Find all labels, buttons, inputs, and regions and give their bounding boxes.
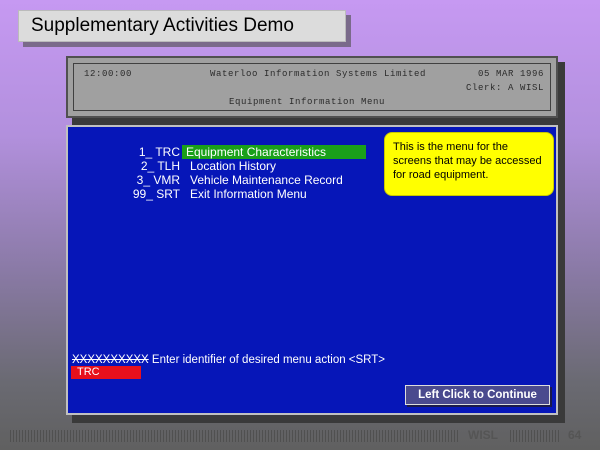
footer-barcode-decoration — [10, 430, 458, 442]
menu-item-vmr[interactable]: 3_ VMR Vehicle Maintenance Record — [68, 173, 388, 187]
menu-item-trc[interactable]: 1_ TRC Equipment Characteristics — [68, 145, 388, 159]
header-time: 12:00:00 — [84, 69, 133, 79]
menu-item-code: 99_ SRT — [132, 187, 180, 201]
menu-item-code: 1_ TRC — [138, 145, 180, 159]
menu-item-code: 3_ VMR — [136, 173, 180, 187]
header-date: 05 MAR 1996 — [477, 69, 544, 79]
command-prompt: XXXXXXXXXX Enter identifier of desired m… — [72, 354, 385, 366]
menu-item-label: Equipment Characteristics — [182, 145, 366, 159]
menu-item-tlh[interactable]: 2_ TLH Location History — [68, 159, 388, 173]
menu-item-label: Location History — [190, 159, 277, 173]
prompt-mask: XXXXXXXXXX — [72, 354, 149, 366]
header-company: Waterloo Information Systems Limited — [210, 69, 427, 79]
footer-brand: WISL — [468, 428, 498, 442]
header-clerk: Clerk: A WISL — [465, 83, 544, 93]
menu-item-srt[interactable]: 99_ SRT Exit Information Menu — [68, 187, 388, 201]
menu-list: 1_ TRC Equipment Characteristics 2_ TLH … — [68, 145, 388, 201]
terminal-header-frame: 12:00:00 Waterloo Information Systems Li… — [73, 63, 551, 111]
header-menu-title: Equipment Information Menu — [229, 97, 386, 107]
help-callout: This is the menu for the screens that ma… — [384, 132, 554, 196]
menu-item-label: Exit Information Menu — [190, 187, 307, 201]
menu-item-code: 2_ TLH — [140, 159, 180, 173]
continue-button[interactable]: Left Click to Continue — [405, 385, 550, 405]
page-number: 64 — [568, 428, 582, 442]
slide-title: Supplementary Activities Demo — [18, 10, 346, 42]
menu-action-input[interactable]: TRC — [71, 366, 141, 379]
menu-item-label: Vehicle Maintenance Record — [190, 173, 343, 187]
footer-barcode-decoration — [510, 430, 560, 442]
terminal-screen: 1_ TRC Equipment Characteristics 2_ TLH … — [66, 125, 558, 415]
slide-footer: WISL 64 — [10, 428, 590, 444]
terminal-header: 12:00:00 Waterloo Information Systems Li… — [66, 56, 558, 118]
prompt-text: Enter identifier of desired menu action … — [148, 354, 386, 366]
